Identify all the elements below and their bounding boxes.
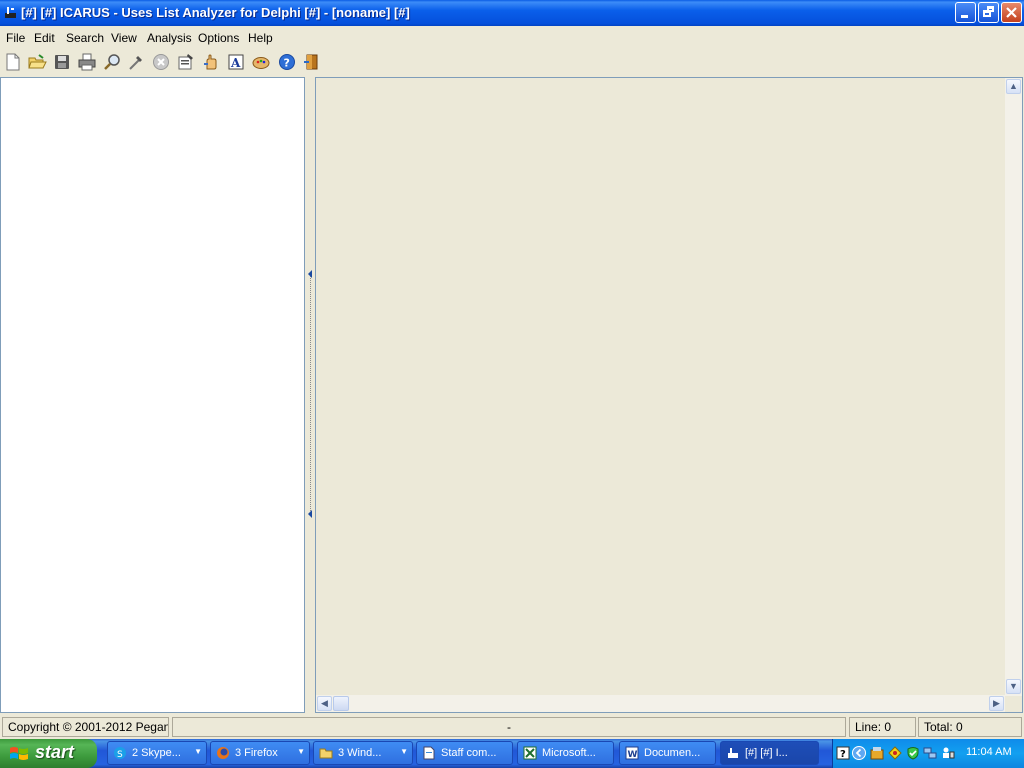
windows-logo-icon bbox=[10, 747, 28, 760]
svg-text:A: A bbox=[230, 56, 241, 70]
window-title: [#] [#] ICARUS - Uses List Analyzer for … bbox=[21, 5, 410, 20]
font-icon[interactable]: A bbox=[226, 52, 246, 72]
chevron-down-icon: ▼ bbox=[194, 747, 202, 756]
taskbar-button-staff[interactable]: Staff com... bbox=[416, 741, 513, 765]
unit-tree-panel[interactable] bbox=[0, 77, 305, 713]
taskbar-label: 3 Wind... bbox=[338, 747, 382, 759]
properties-icon[interactable] bbox=[176, 52, 196, 72]
svg-text:?: ? bbox=[840, 749, 846, 760]
status-message: - bbox=[172, 717, 846, 737]
taskbar-label: [#] [#] I... bbox=[745, 747, 788, 759]
excel-icon bbox=[523, 746, 537, 760]
taskbar-label: Documen... bbox=[644, 747, 701, 759]
start-button[interactable]: start bbox=[0, 739, 97, 768]
find-icon[interactable] bbox=[102, 52, 122, 72]
taskbar-button-document[interactable]: W Documen... bbox=[619, 741, 716, 765]
collapse-left-lower-icon[interactable] bbox=[307, 510, 313, 518]
clock[interactable]: 11:04 AM bbox=[966, 746, 1012, 758]
scroll-up-icon[interactable]: ▲ bbox=[1006, 79, 1021, 94]
menu-edit[interactable]: Edit bbox=[34, 31, 55, 45]
taskbar-button-windows[interactable]: 3 Wind... ▼ bbox=[313, 741, 413, 765]
close-icon bbox=[1006, 7, 1017, 18]
save-icon[interactable] bbox=[52, 52, 72, 72]
report-panel[interactable]: ▲ ▼ ◀ ▶ bbox=[315, 77, 1023, 713]
minimize-button[interactable] bbox=[955, 2, 976, 23]
system-tray: ? 11:04 AM bbox=[832, 739, 1024, 768]
stop-icon[interactable] bbox=[151, 52, 171, 72]
network-icon[interactable] bbox=[923, 746, 937, 760]
hand-icon[interactable] bbox=[201, 52, 221, 72]
menu-help[interactable]: Help bbox=[248, 31, 273, 45]
skype-icon: S bbox=[114, 747, 126, 760]
menu-analysis[interactable]: Analysis bbox=[147, 31, 192, 45]
taskbar-label: 2 Skype... bbox=[132, 747, 181, 759]
taskbar-button-icarus[interactable]: [#] [#] I... bbox=[720, 741, 819, 765]
menu-view[interactable]: View bbox=[111, 31, 137, 45]
taskbar-label: Staff com... bbox=[441, 747, 497, 759]
menu-search[interactable]: Search bbox=[66, 31, 104, 45]
pipette-icon[interactable] bbox=[126, 52, 146, 72]
taskbar-button-microsoft[interactable]: Microsoft... bbox=[517, 741, 614, 765]
toolbar: A ? bbox=[0, 49, 1024, 75]
new-icon[interactable] bbox=[3, 52, 23, 72]
collapse-left-icon[interactable] bbox=[307, 270, 313, 278]
icarus-app-icon[interactable] bbox=[3, 5, 18, 20]
taskbar-button-firefox[interactable]: 3 Firefox ▼ bbox=[210, 741, 310, 765]
chevron-down-icon: ▼ bbox=[400, 747, 408, 756]
document-icon bbox=[423, 746, 435, 760]
word-icon: W bbox=[625, 746, 639, 760]
status-total: Total: 0 bbox=[918, 717, 1022, 737]
status-bar: Copyright © 2001-2012 Peganza - Line: 0 … bbox=[0, 715, 1024, 739]
scroll-left-icon[interactable]: ◀ bbox=[317, 696, 332, 711]
tray-app-icon-2[interactable] bbox=[888, 746, 902, 760]
status-line: Line: 0 bbox=[849, 717, 916, 737]
open-icon[interactable] bbox=[27, 52, 47, 72]
svg-text:W: W bbox=[628, 750, 638, 760]
help-icon[interactable]: ? bbox=[277, 52, 297, 72]
menu-options[interactable]: Options bbox=[198, 31, 239, 45]
scroll-right-icon[interactable]: ▶ bbox=[989, 696, 1004, 711]
scroll-down-icon[interactable]: ▼ bbox=[1006, 679, 1021, 694]
panel-splitter[interactable] bbox=[306, 77, 315, 713]
taskbar-button-skype[interactable]: S 2 Skype... ▼ bbox=[107, 741, 207, 765]
palette-icon[interactable] bbox=[251, 52, 271, 72]
svg-text:?: ? bbox=[284, 57, 290, 70]
taskbar-label: Microsoft... bbox=[542, 747, 596, 759]
menu-file[interactable]: File bbox=[6, 31, 25, 45]
tray-app-icon-1[interactable] bbox=[870, 746, 884, 760]
security-shield-icon[interactable] bbox=[906, 746, 920, 760]
exit-icon[interactable] bbox=[302, 52, 322, 72]
chevron-down-icon: ▼ bbox=[297, 747, 305, 756]
icarus-icon bbox=[728, 748, 738, 758]
user-network-icon[interactable] bbox=[941, 746, 955, 760]
horizontal-scroll-thumb[interactable] bbox=[333, 696, 349, 711]
taskbar: start S 2 Skype... ▼ 3 Firefox ▼ 3 Wind.… bbox=[0, 739, 1024, 768]
taskbar-label: 3 Firefox bbox=[235, 747, 278, 759]
vertical-scrollbar[interactable]: ▲ ▼ bbox=[1005, 78, 1022, 696]
restore-button[interactable] bbox=[978, 2, 999, 23]
help-tray-icon[interactable]: ? bbox=[836, 746, 850, 760]
print-icon[interactable] bbox=[77, 52, 97, 72]
close-button[interactable] bbox=[1001, 2, 1022, 23]
folder-icon bbox=[319, 748, 333, 759]
show-hidden-icons-icon[interactable] bbox=[852, 746, 866, 760]
title-bar: [#] [#] ICARUS - Uses List Analyzer for … bbox=[0, 0, 1024, 26]
start-label: start bbox=[35, 742, 75, 762]
svg-text:S: S bbox=[117, 750, 123, 760]
firefox-icon bbox=[217, 747, 229, 759]
menu-bar: File Edit Search View Analysis Options H… bbox=[0, 28, 1024, 48]
horizontal-scrollbar[interactable]: ◀ ▶ bbox=[316, 695, 1005, 712]
status-copyright: Copyright © 2001-2012 Peganza bbox=[2, 717, 169, 737]
